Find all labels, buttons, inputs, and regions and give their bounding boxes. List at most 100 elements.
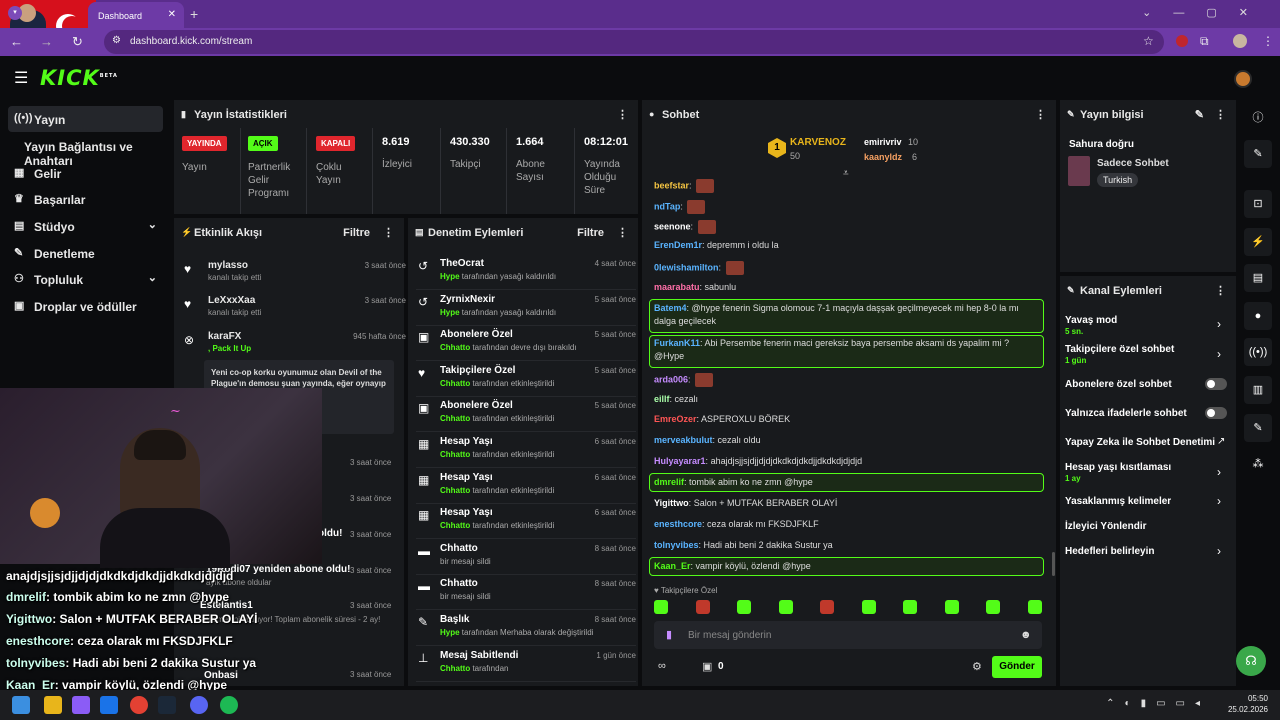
more-options-icon[interactable]: ⋮ xyxy=(617,226,628,239)
chat-username[interactable]: Kaan_Er xyxy=(654,561,691,571)
account-age-row[interactable]: Hesap yaşı kısıtlaması 1 ay xyxy=(1065,462,1171,483)
sidebar-item-gelir[interactable]: ▦ Gelir xyxy=(8,160,163,186)
chevron-right-icon[interactable]: › xyxy=(1217,494,1221,508)
moderation-actor[interactable]: Chhatto xyxy=(440,343,470,352)
emote-button[interactable] xyxy=(1027,600,1042,614)
tab-close-icon[interactable]: ✕ xyxy=(168,9,176,20)
chevron-right-icon[interactable]: › xyxy=(1217,465,1221,479)
moderation-actor[interactable]: Chhatto xyxy=(440,379,470,388)
chrome-icon[interactable] xyxy=(130,696,148,714)
support-headset-icon[interactable]: ☊ xyxy=(1236,646,1266,676)
moderation-actor[interactable]: Chhatto xyxy=(440,664,470,673)
chat-username[interactable]: Hulyayarar1 xyxy=(654,456,706,466)
chat-username[interactable]: Yigittwo xyxy=(654,498,689,508)
spotify-icon[interactable] xyxy=(220,696,238,714)
browser-menu-icon[interactable]: ⋮ xyxy=(1262,34,1274,48)
emotes-only-toggle[interactable] xyxy=(1205,407,1227,419)
chat-username[interactable]: tolnyvibes xyxy=(654,540,699,550)
feed-user[interactable]: LeXxxXaa xyxy=(208,295,255,306)
moderation-actor[interactable]: Hype xyxy=(440,308,460,317)
sidebar-item-studyo[interactable]: ▤ Stüdyo ⌄ xyxy=(8,213,163,239)
external-link-icon[interactable]: ↗ xyxy=(1217,436,1225,447)
steam-icon[interactable] xyxy=(158,696,176,714)
tab-menu-icon[interactable]: ▾ xyxy=(8,6,22,20)
apps-icon[interactable]: ⁂ xyxy=(1244,450,1272,478)
moderation-actor[interactable]: Chhatto xyxy=(440,521,470,530)
forward-icon[interactable]: → xyxy=(40,34,53,49)
expand-icon[interactable]: ⩡ xyxy=(843,168,849,179)
infinity-icon[interactable]: ∞ xyxy=(658,660,666,672)
stream-category[interactable]: Sadece Sohbet xyxy=(1097,158,1169,169)
hamburger-menu-icon[interactable]: ☰ xyxy=(14,68,28,88)
stream-tag[interactable]: Turkish xyxy=(1097,173,1139,187)
chat-username[interactable]: eillf xyxy=(654,394,670,404)
feed-user[interactable]: karaFX xyxy=(208,331,241,342)
moderation-actor[interactable]: Chhatto xyxy=(440,414,470,423)
followers-only-row[interactable]: Takipçilere özel sohbet 1 gün xyxy=(1065,344,1174,365)
slow-mode-row[interactable]: Yavaş mod 5 sn. xyxy=(1065,315,1117,336)
discord-icon[interactable] xyxy=(190,696,208,714)
mic-icon[interactable]: ▮ xyxy=(666,628,672,641)
emote-button[interactable] xyxy=(861,600,876,614)
chat-username[interactable]: ndTap xyxy=(654,201,680,211)
send-button[interactable]: Gönder xyxy=(992,656,1042,678)
more-options-icon[interactable]: ⋮ xyxy=(617,108,628,121)
sidebar-item-droplar[interactable]: ▣ Droplar ve ödüller xyxy=(8,293,163,319)
chat-username[interactable]: arda006 xyxy=(654,374,688,384)
settings-gear-icon[interactable]: ⚙ xyxy=(972,660,982,673)
chat-username[interactable]: FurkanK11 xyxy=(654,338,700,348)
window-controls[interactable]: ⌄—▢✕ xyxy=(1142,6,1270,19)
chevron-right-icon[interactable]: › xyxy=(1217,317,1221,331)
extensions-puzzle-icon[interactable]: ⧉ xyxy=(1200,34,1209,49)
chevron-right-icon[interactable]: › xyxy=(1217,544,1221,558)
layout-icon[interactable]: ▥ xyxy=(1244,376,1272,404)
bookmark-star-icon[interactable]: ☆ xyxy=(1143,34,1154,48)
emote-button[interactable] xyxy=(944,600,959,614)
outlook-icon[interactable] xyxy=(100,696,118,714)
chat-username[interactable]: beefstar xyxy=(654,180,689,190)
emote-button[interactable] xyxy=(903,600,917,614)
emote-button[interactable] xyxy=(654,600,668,614)
browser-tab[interactable]: Dashboard ✕ xyxy=(88,2,184,28)
emote-button[interactable] xyxy=(820,600,834,614)
chat-username[interactable]: merveakbulut xyxy=(654,435,713,445)
crop-icon[interactable]: ⊡ xyxy=(1244,190,1272,218)
chevron-right-icon[interactable]: › xyxy=(1217,347,1221,361)
wrench-icon[interactable]: ✎ xyxy=(1244,414,1272,442)
raid-row[interactable]: İzleyici Yönlendir xyxy=(1065,521,1147,532)
chat-username[interactable]: seenone xyxy=(654,221,691,231)
sidebar-item-topluluk[interactable]: ⚇ Topluluk ⌄ xyxy=(8,266,163,292)
edit-icon[interactable]: ✎ xyxy=(1195,108,1204,121)
feed-user[interactable]: mylasso xyxy=(208,260,248,271)
new-tab-button[interactable]: + xyxy=(190,6,198,22)
more-options-icon[interactable]: ⋮ xyxy=(1035,108,1046,121)
system-tray[interactable]: ⌃◐▮▭▭◂ xyxy=(1106,698,1210,709)
reload-icon[interactable]: ↻ xyxy=(72,34,83,50)
filter-button[interactable]: Filtre xyxy=(577,227,604,239)
chat-username[interactable]: maarabatu xyxy=(654,282,700,292)
file-explorer-icon[interactable] xyxy=(44,696,62,714)
clock[interactable]: 05:50 25.02.2026 xyxy=(1228,693,1268,715)
site-info-icon[interactable]: ⚙ xyxy=(112,35,121,46)
goals-row[interactable]: Hedefleri belirleyin xyxy=(1065,546,1154,557)
filter-button[interactable]: Filtre xyxy=(343,227,370,239)
browser-profile-avatar[interactable] xyxy=(1233,34,1247,48)
bolt-icon[interactable]: ⚡ xyxy=(1244,228,1272,256)
banned-words-row[interactable]: Yasaklanmış kelimeler xyxy=(1065,496,1171,507)
moderation-actor[interactable]: Chhatto xyxy=(440,486,470,495)
user-avatar[interactable] xyxy=(1234,70,1252,88)
more-options-icon[interactable]: ⋮ xyxy=(383,226,394,239)
url-bar[interactable]: ⚙ dashboard.kick.com/stream xyxy=(104,30,1164,54)
moderation-actor[interactable]: Chhatto xyxy=(440,450,470,459)
chat-icon[interactable]: ● xyxy=(1244,302,1272,330)
broadcast-icon[interactable]: ((•)) xyxy=(1244,338,1272,366)
chat-username[interactable]: EmreOzer xyxy=(654,414,697,424)
sidebar-item-yayin[interactable]: ((•)) Yayın xyxy=(8,106,163,132)
edit-icon[interactable]: ✎ xyxy=(1244,140,1272,168)
info-icon[interactable]: ⓘ xyxy=(1244,104,1272,132)
windows-start-icon[interactable] xyxy=(12,696,30,714)
extension-icon[interactable] xyxy=(1176,35,1188,47)
document-icon[interactable]: ▤ xyxy=(1244,264,1272,292)
chat-username[interactable]: ErenDem1r xyxy=(654,240,702,250)
emoji-icon[interactable]: ☻ xyxy=(1020,629,1032,641)
